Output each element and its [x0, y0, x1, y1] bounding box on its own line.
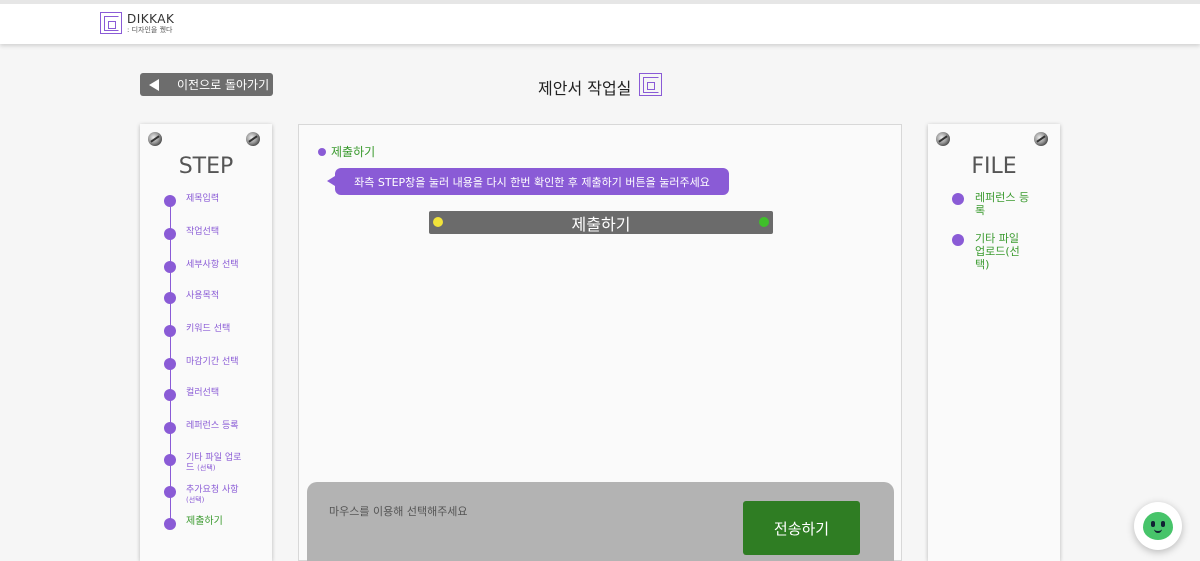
left-arrow-icon — [149, 78, 159, 91]
step-label: 키워드 선택 — [186, 324, 231, 334]
step-item-keyword[interactable]: 키워드 선택 — [164, 324, 246, 337]
file-label: 기타 파일 업로드(선택) — [975, 232, 1020, 271]
section-title: 제출하기 — [318, 143, 375, 160]
logo-icon — [100, 12, 122, 34]
step-item-details[interactable]: 세부사항 선택 — [164, 260, 246, 273]
submit-button[interactable]: 제출하기 — [429, 211, 773, 234]
brand-tagline: : 디자인을 뀄다 — [127, 25, 173, 34]
chat-widget-button[interactable] — [1134, 502, 1182, 550]
file-label: 레퍼런스 등록 — [975, 191, 1030, 217]
step-label: 레퍼런스 등록 — [186, 421, 239, 431]
step-item-reference[interactable]: 레퍼런스 등록 — [164, 421, 246, 434]
step-item-title[interactable]: 제목입력 — [164, 194, 246, 207]
step-dot-icon — [164, 195, 176, 207]
message-input-area[interactable]: 마우스를 이용해 선택해주세요 전송하기 — [307, 482, 894, 561]
chat-bot-icon — [1143, 512, 1173, 540]
file-dot-icon — [952, 234, 964, 246]
bullet-icon — [318, 147, 326, 156]
step-item-deadline[interactable]: 마감기간 선택 — [164, 357, 246, 370]
pin-icon — [148, 132, 162, 146]
step-label: 마감기간 선택 — [186, 357, 239, 367]
step-item-extra-request[interactable]: 추가요청 사항 (선택) — [164, 485, 246, 505]
yellow-light-icon — [433, 217, 443, 227]
step-label: 사용목적 — [186, 291, 220, 301]
step-dot-icon — [164, 261, 176, 273]
step-dot-icon — [164, 518, 176, 530]
step-dot-icon — [164, 422, 176, 434]
step-label: 추가요청 사항 (선택) — [186, 485, 246, 505]
file-item-other-upload[interactable]: 기타 파일 업로드(선택) — [952, 232, 1031, 271]
step-item-work[interactable]: 작업선택 — [164, 227, 246, 240]
brand-name: DIKKAK — [127, 11, 175, 26]
file-panel: FILE 레퍼런스 등록 기타 파일 업로드(선택) — [928, 124, 1060, 561]
file-item-reference[interactable]: 레퍼런스 등록 — [952, 191, 1031, 217]
step-dot-icon — [164, 486, 176, 498]
step-dot-icon — [164, 389, 176, 401]
workspace-icon — [639, 73, 662, 96]
step-label: 기타 파일 업로드 (선택) — [186, 453, 246, 473]
step-dot-icon — [164, 358, 176, 370]
green-light-icon — [759, 217, 769, 227]
step-panel-heading: STEP — [178, 154, 234, 179]
chat-bot-mouth — [1154, 529, 1162, 533]
send-button[interactable]: 전송하기 — [743, 501, 860, 555]
pin-icon — [246, 132, 260, 146]
file-panel-heading: FILE — [971, 154, 1017, 179]
step-label: 세부사항 선택 — [186, 260, 239, 270]
section-title-text: 제출하기 — [331, 145, 376, 159]
pin-icon — [936, 132, 950, 146]
brand-logo[interactable]: DIKKAK : 디자인을 뀄다 — [100, 12, 174, 34]
step-item-color[interactable]: 컬러선택 — [164, 388, 246, 401]
step-dot-icon — [164, 228, 176, 240]
instruction-tooltip: 좌측 STEP창을 눌러 내용을 다시 한번 확인한 후 제출하기 버튼을 눌러… — [327, 168, 729, 195]
step-item-submit[interactable]: 제출하기 — [164, 517, 246, 530]
step-label: 제출하기 — [186, 516, 223, 527]
step-item-other-files[interactable]: 기타 파일 업로드 (선택) — [164, 453, 246, 473]
top-navbar: DIKKAK : 디자인을 뀄다 — [0, 0, 1200, 44]
step-item-purpose[interactable]: 사용목적 — [164, 291, 246, 304]
step-dot-icon — [164, 325, 176, 337]
step-label: 제목입력 — [186, 194, 220, 204]
pin-icon — [1034, 132, 1048, 146]
workspace-panel: 제출하기 좌측 STEP창을 눌러 내용을 다시 한번 확인한 후 제출하기 버… — [298, 124, 902, 561]
submit-button-label: 제출하기 — [571, 214, 631, 234]
step-label: 컬러선택 — [186, 388, 220, 398]
file-dot-icon — [952, 193, 964, 205]
back-button[interactable]: 이전으로 돌아가기 — [140, 73, 273, 96]
back-button-label: 이전으로 돌아가기 — [177, 78, 270, 92]
step-label-text: 추가요청 사항 — [186, 485, 239, 495]
step-panel: STEP 제목입력 작업선택 세부사항 선택 사용목적 키워드 선택 마감기간 … — [140, 124, 272, 561]
step-dot-icon — [164, 454, 176, 466]
input-placeholder: 마우스를 이용해 선택해주세요 — [329, 505, 468, 518]
step-label-note: (선택) — [186, 496, 205, 504]
step-label-note: (선택) — [197, 464, 216, 472]
step-label: 작업선택 — [186, 227, 220, 237]
page-title: 제안서 작업실 — [538, 79, 632, 98]
step-dot-icon — [164, 292, 176, 304]
